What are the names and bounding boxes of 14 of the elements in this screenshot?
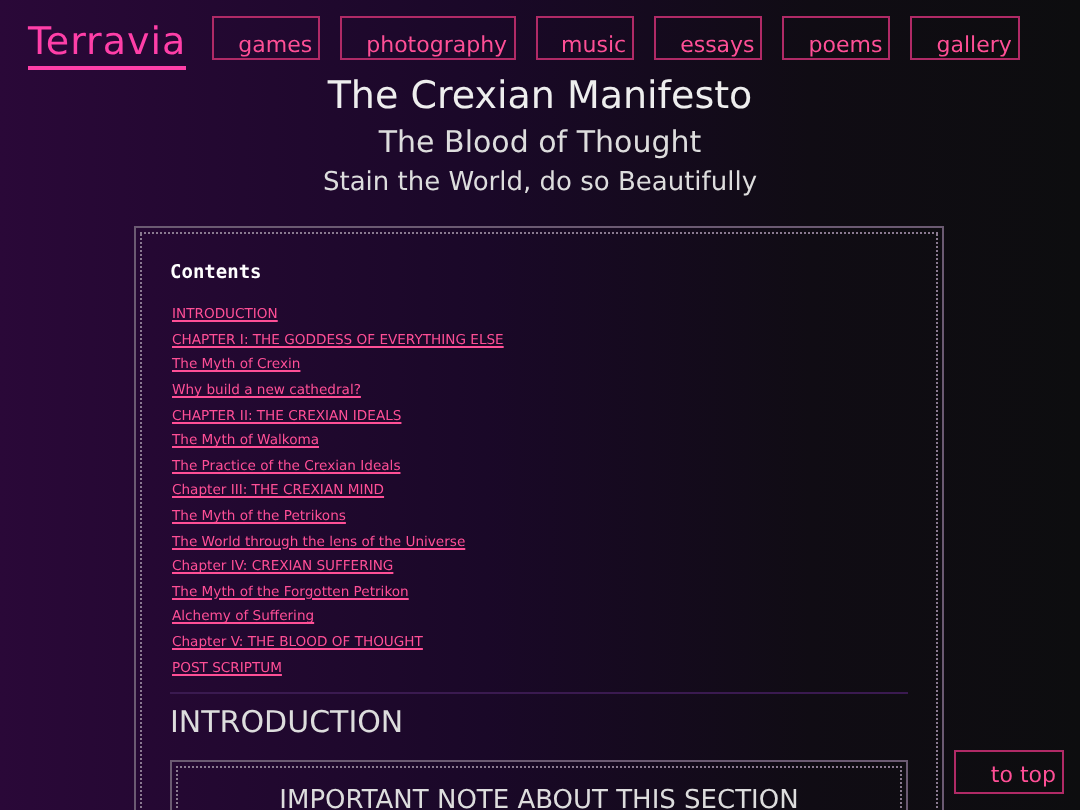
nav-link[interactable]: poems bbox=[782, 16, 891, 60]
page-subtitle: The Blood of Thought bbox=[376, 122, 704, 164]
nav-link[interactable]: music bbox=[535, 16, 635, 60]
site-logo[interactable]: Terravia bbox=[28, 20, 187, 70]
section-heading: INTRODUCTION bbox=[170, 702, 406, 743]
page-tagline: Stain the World, do so Beautifully bbox=[320, 166, 760, 202]
nav-link[interactable]: games bbox=[212, 16, 321, 60]
to-top-link[interactable]: to top bbox=[954, 750, 1064, 794]
nav-link[interactable]: photography bbox=[340, 16, 516, 60]
nav-link[interactable]: essays bbox=[654, 16, 763, 60]
page-title: The Crexian Manifesto bbox=[325, 72, 755, 120]
note-title: IMPORTANT NOTE ABOUT THIS SECTION bbox=[279, 786, 799, 810]
contents-heading: Contents bbox=[170, 260, 264, 288]
nav-link[interactable]: gallery bbox=[910, 16, 1020, 60]
